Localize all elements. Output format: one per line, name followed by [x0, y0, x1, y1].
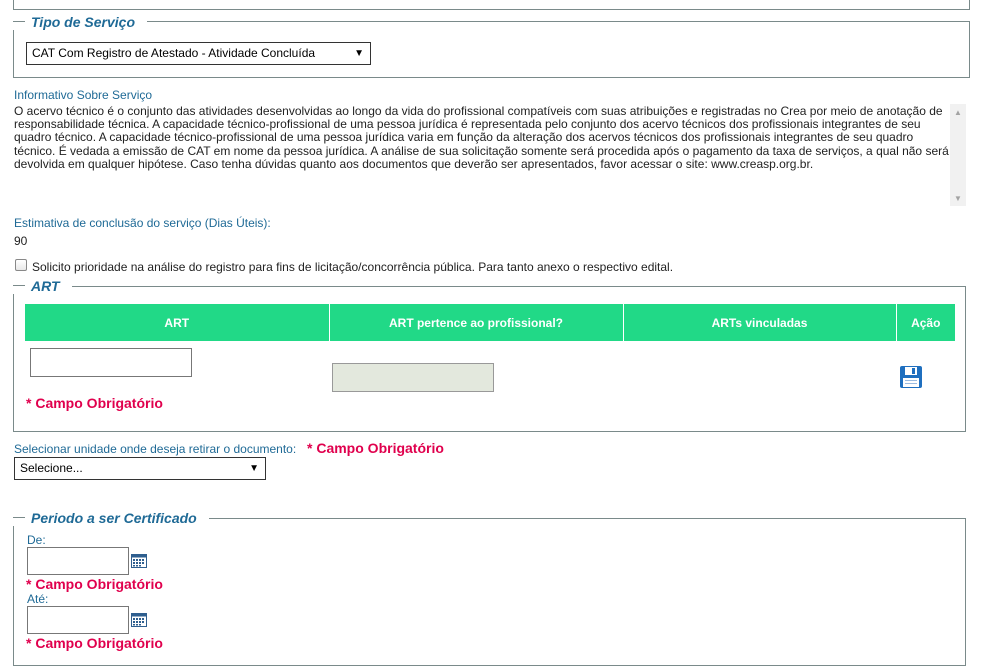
ate-date-input[interactable] — [27, 606, 129, 634]
art-column-header: ART — [25, 304, 330, 341]
estimativa-label: Estimativa de conclusão do serviço (Dias… — [14, 216, 271, 230]
art-pertence-field — [332, 363, 494, 392]
legend-tick — [13, 285, 25, 286]
art-pertence-column-header: ART pertence ao profissional? — [329, 304, 624, 341]
de-date-input[interactable] — [27, 547, 129, 575]
informativo-textarea[interactable]: O acervo técnico é o conjunto das ativid… — [13, 104, 966, 206]
periodo-legend-text: Periodo a ser Certificado — [31, 510, 197, 526]
tipo-servico-legend-text: Tipo de Serviço — [31, 14, 135, 30]
scroll-down-icon[interactable]: ▼ — [950, 194, 966, 203]
periodo-legend: Periodo a ser Certificado — [13, 510, 209, 526]
unidade-required-message: * Campo Obrigatório — [307, 440, 444, 456]
top-section-frame — [13, 0, 970, 10]
estimativa-value: 90 — [14, 234, 28, 248]
unidade-select[interactable]: Selecione... ▼ — [14, 457, 266, 480]
scroll-up-icon[interactable]: ▲ — [950, 108, 966, 117]
calendar-icon[interactable] — [131, 613, 147, 627]
save-icon[interactable] — [900, 366, 922, 388]
ate-required-message: * Campo Obrigatório — [26, 635, 163, 651]
informativo-scrollbar[interactable]: ▲ ▼ — [950, 104, 966, 206]
unidade-selected-value: Selecione... — [20, 461, 83, 475]
ate-label: Até: — [27, 592, 49, 606]
unidade-label: Selecionar unidade onde deseja retirar o… — [14, 442, 297, 456]
legend-tick — [13, 517, 25, 518]
arts-vinculadas-column-header: ARTs vinculadas — [623, 304, 897, 341]
de-required-message: * Campo Obrigatório — [26, 576, 163, 592]
acao-column-header: Ação — [896, 304, 955, 341]
art-table-header-row: ART ART pertence ao profissional? ARTs v… — [25, 304, 955, 341]
art-table: ART ART pertence ao profissional? ARTs v… — [25, 304, 955, 341]
chevron-down-icon: ▼ — [354, 48, 364, 59]
de-label: De: — [27, 533, 46, 547]
tipo-servico-select[interactable]: CAT Com Registro de Atestado - Atividade… — [26, 42, 371, 65]
calendar-icon[interactable] — [131, 554, 147, 568]
chevron-down-icon: ▼ — [249, 463, 259, 474]
legend-tick — [13, 21, 25, 22]
art-input[interactable] — [30, 348, 192, 377]
tipo-servico-legend: Tipo de Serviço — [13, 14, 147, 30]
prioridade-label: Solicito prioridade na análise do regist… — [32, 260, 674, 274]
informativo-label: Informativo Sobre Serviço — [14, 88, 153, 102]
prioridade-checkbox[interactable] — [15, 259, 27, 271]
informativo-text: O acervo técnico é o conjunto das ativid… — [14, 104, 949, 171]
tipo-servico-selected-value: CAT Com Registro de Atestado - Atividade… — [32, 46, 316, 60]
art-legend: ART — [13, 278, 72, 294]
art-legend-text: ART — [31, 278, 60, 294]
art-required-message: * Campo Obrigatório — [26, 395, 163, 411]
